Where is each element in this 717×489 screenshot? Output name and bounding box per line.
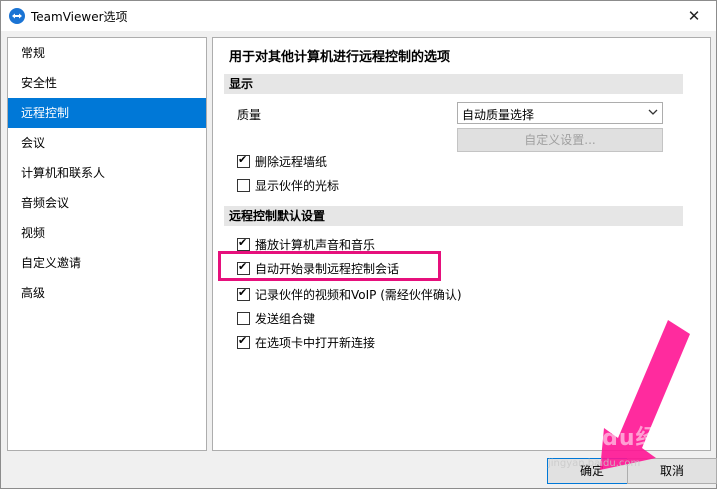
pointer-arrow-annotation bbox=[600, 320, 690, 470]
baidu-watermark: Baidu经验 bbox=[560, 426, 682, 451]
baidu-watermark-url: jingyan.baidu.com bbox=[548, 458, 641, 469]
